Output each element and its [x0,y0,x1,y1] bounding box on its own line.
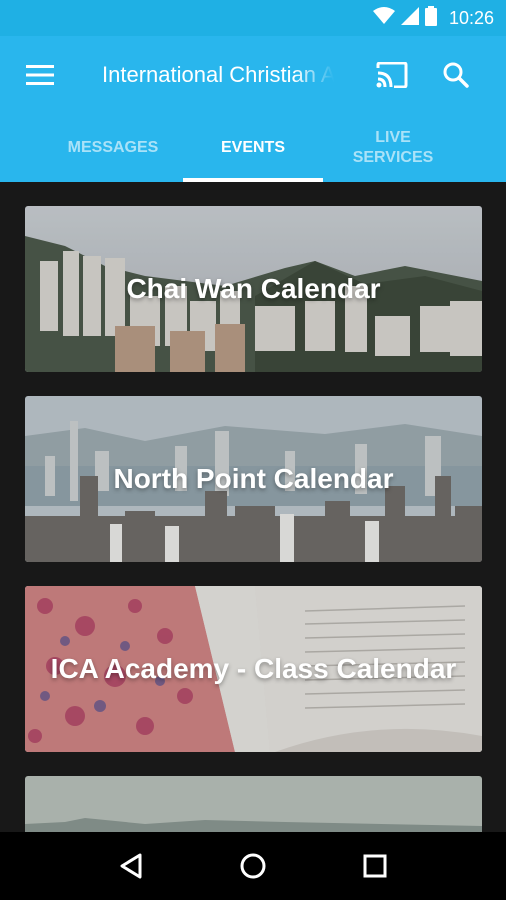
system-nav-bar [0,832,506,900]
app-bar: International Christian Assembly [0,36,506,114]
wifi-icon [372,7,395,29]
app-title: International Christian Assembly [102,62,334,88]
menu-icon [26,65,54,85]
calendar-label: ICA Academy - Class Calendar [50,653,457,684]
signal-icon [400,7,419,29]
events-list: Chai Wan Calendar North Point Calendar I… [0,182,506,832]
tab-live-services[interactable]: LIVE SERVICES [323,114,463,182]
search-icon [443,62,469,88]
home-icon [240,853,266,879]
recents-button[interactable] [345,836,405,896]
home-button[interactable] [223,836,283,896]
cast-button[interactable] [360,36,424,114]
status-time: 10:26 [448,7,494,28]
battery-icon [424,6,437,30]
calendar-label: Chai Wan Calendar [126,273,381,304]
back-button[interactable] [101,836,161,896]
calendar-label: North Point Calendar [113,463,394,494]
calendar-card-partial[interactable] [25,776,482,832]
tab-live-services-label: LIVE SERVICES [352,129,434,166]
calendar-card-north-point[interactable]: North Point Calendar [25,396,482,562]
calendar-card-chai-wan[interactable]: Chai Wan Calendar [25,206,482,372]
cast-icon [376,62,408,88]
tab-bar: MESSAGES EVENTS LIVE SERVICES [0,114,506,182]
menu-button[interactable] [0,36,80,114]
recents-icon [363,854,387,878]
calendar-card-ica-academy[interactable]: ICA Academy - Class Calendar [25,586,482,752]
tab-events[interactable]: EVENTS [183,114,323,182]
search-button[interactable] [424,36,488,114]
status-bar: 10:26 [0,0,506,36]
tab-messages[interactable]: MESSAGES [43,114,183,182]
partial-card-photo [25,776,482,832]
back-icon [120,853,142,879]
